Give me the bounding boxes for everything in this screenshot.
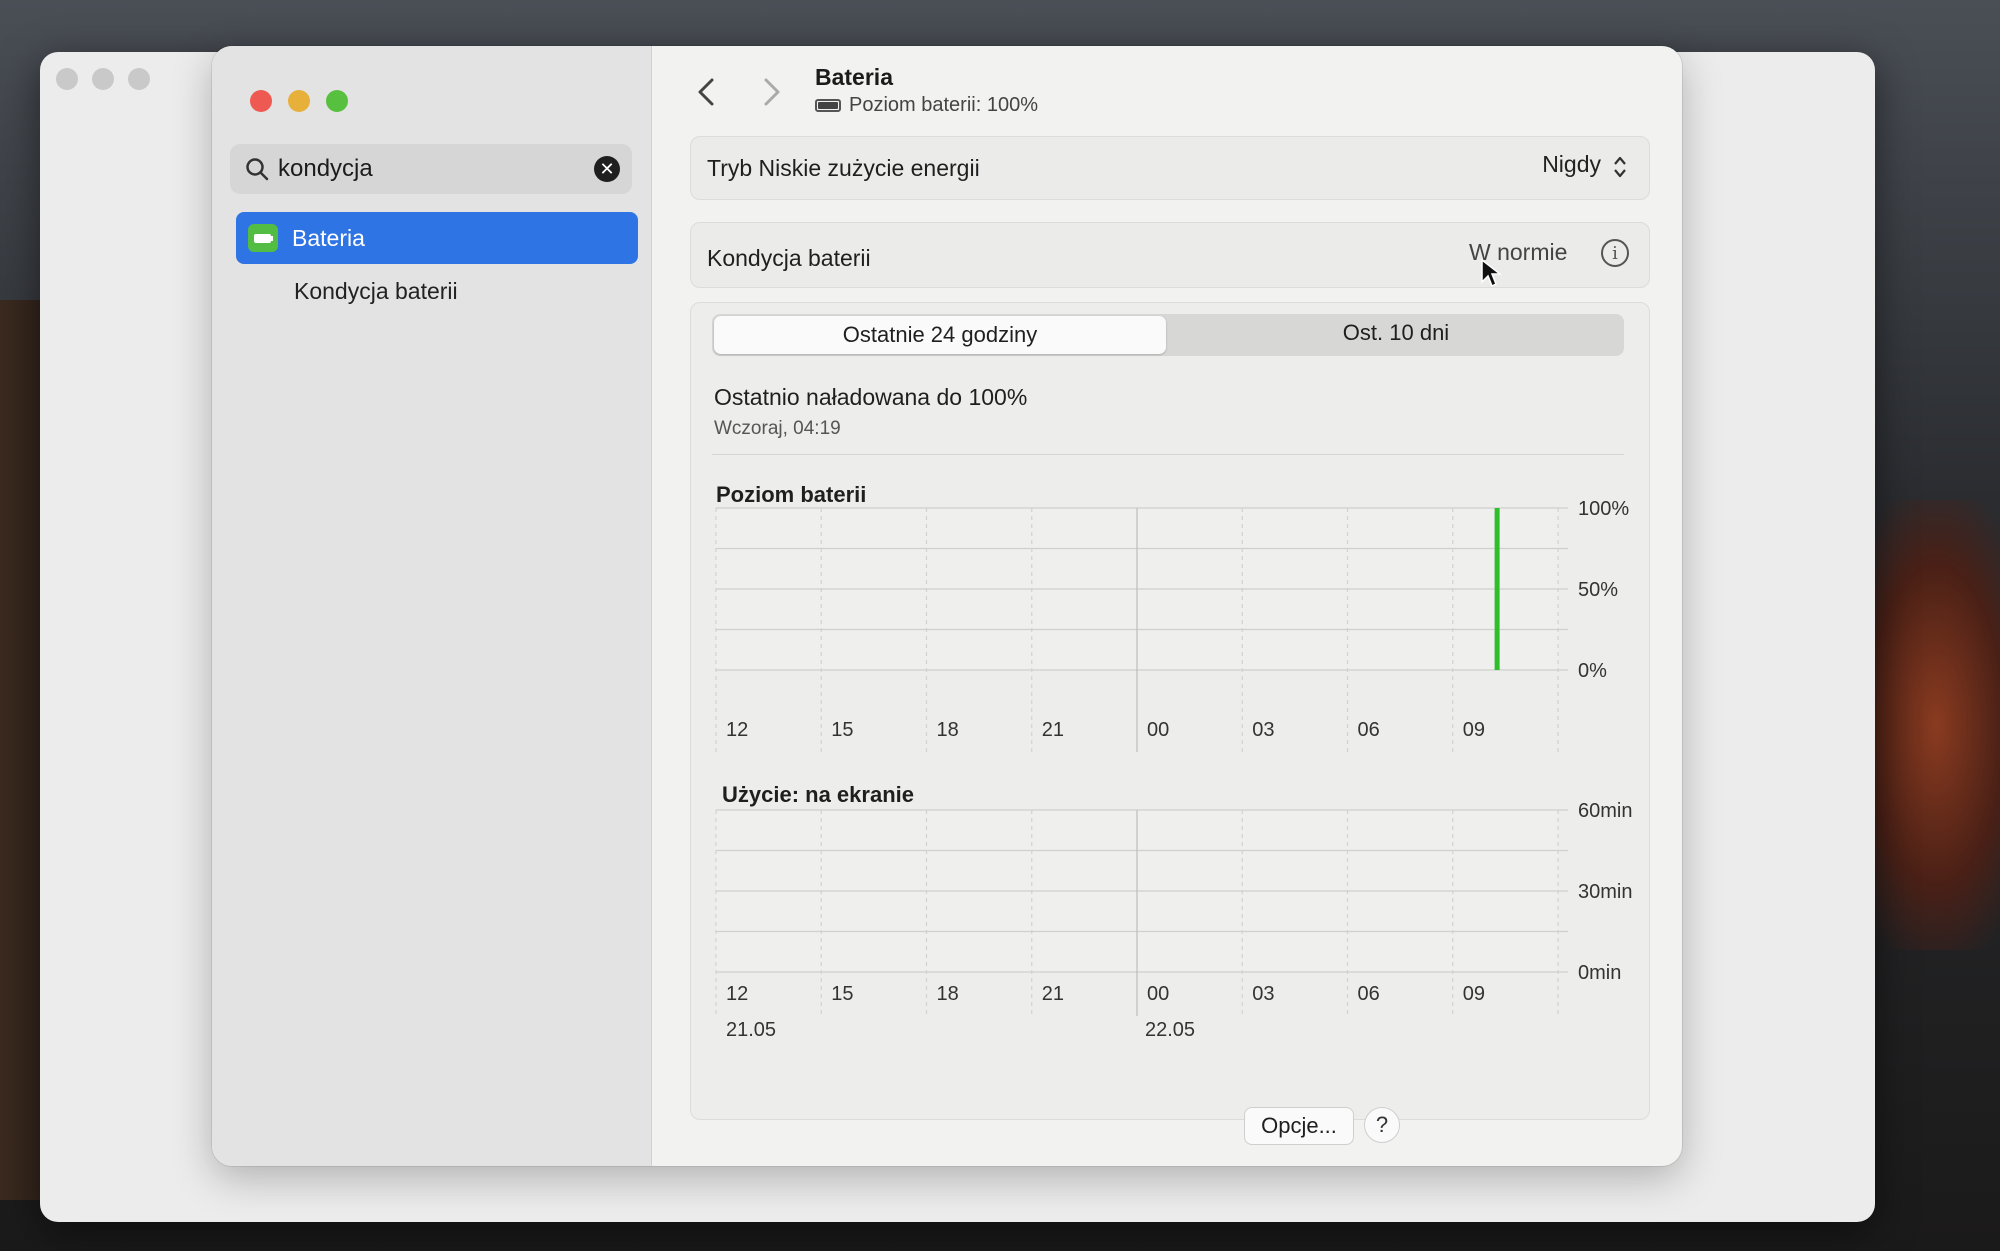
- search-icon: [246, 158, 269, 181]
- tab-last-24-hours[interactable]: Ostatnie 24 godziny: [714, 316, 1166, 354]
- x-tick-label: 12: [726, 983, 748, 1005]
- y-tick-label: 0min: [1578, 962, 1621, 984]
- y-tick-label: 30min: [1578, 881, 1632, 903]
- stepper-chevrons-icon[interactable]: [1613, 155, 1627, 179]
- main-pane: Bateria Poziom baterii: 100% Tryb Niskie…: [652, 46, 1682, 1166]
- y-tick-label: 0%: [1578, 660, 1607, 682]
- period-segmented-control: Ostatnie 24 godziny Ost. 10 dni: [712, 314, 1624, 356]
- y-tick-label: 60min: [1578, 800, 1632, 822]
- y-tick-label: 50%: [1578, 579, 1618, 601]
- inactive-minimize-button[interactable]: [92, 68, 114, 90]
- x-tick-label: 18: [937, 719, 959, 741]
- battery-health-row: Kondycja baterii W normie i: [690, 222, 1650, 288]
- info-icon[interactable]: i: [1601, 239, 1629, 267]
- x-tick-label: 21: [1042, 719, 1064, 741]
- tab-last-10-days[interactable]: Ost. 10 dni: [1170, 316, 1622, 354]
- mouse-pointer-icon: [1481, 258, 1502, 288]
- search-input[interactable]: kondycja: [278, 155, 373, 183]
- low-power-select[interactable]: Nigdy: [1542, 151, 1601, 178]
- sidebar-item-bateria[interactable]: Bateria: [236, 212, 638, 264]
- x-tick-label: 09: [1463, 983, 1485, 1005]
- low-power-label: Tryb Niskie zużycie energii: [707, 155, 980, 181]
- x-tick-label: 18: [937, 983, 959, 1005]
- battery-level-text: Poziom baterii: 100%: [849, 94, 1038, 116]
- inactive-zoom-button[interactable]: [128, 68, 150, 90]
- minimize-button[interactable]: [288, 90, 310, 112]
- x-tick-label: 15: [831, 983, 853, 1005]
- battery-icon: [248, 224, 278, 252]
- page-title: Bateria: [815, 64, 893, 90]
- x-tick-label: 12: [726, 719, 748, 741]
- low-power-row: Tryb Niskie zużycie energii Nigdy: [690, 136, 1650, 200]
- x-tick-label: 09: [1463, 719, 1485, 741]
- sidebar-item-label: Bateria: [292, 225, 365, 251]
- window-controls: [250, 90, 348, 112]
- back-chevron-icon[interactable]: [692, 72, 722, 112]
- battery-chart-title: Poziom baterii: [716, 482, 867, 507]
- last-charged-label: Ostatnio naładowana do 100%: [714, 384, 1028, 410]
- y-tick-label: 100%: [1578, 498, 1629, 520]
- battery-level-icon: [815, 99, 841, 112]
- x-tick-label: 00: [1147, 719, 1169, 741]
- x-tick-label: 00: [1147, 983, 1169, 1005]
- battery-level-chart: 100% 50% 0% 12 15 18 21 00 03 06 09: [715, 498, 1629, 752]
- options-button[interactable]: Opcje...: [1244, 1107, 1354, 1145]
- inactive-close-button[interactable]: [56, 68, 78, 90]
- close-button[interactable]: [250, 90, 272, 112]
- battery-health-label: Kondycja baterii: [707, 245, 871, 271]
- zoom-button[interactable]: [326, 90, 348, 112]
- x-tick-label: 03: [1252, 983, 1274, 1005]
- usage-chart-title: Użycie: na ekranie: [722, 782, 914, 807]
- x-date-label: 21.05: [726, 1019, 776, 1041]
- battery-level-bar: [1494, 508, 1500, 670]
- background-window-controls: [56, 68, 150, 90]
- last-charged-time: Wczoraj, 04:19: [714, 418, 841, 439]
- x-tick-label: 15: [831, 719, 853, 741]
- settings-window: kondycja ✕ Bateria Kondycja baterii Bate…: [212, 46, 1682, 1166]
- sidebar-item-kondycja-baterii[interactable]: Kondycja baterii: [294, 278, 458, 305]
- x-tick-label: 06: [1358, 983, 1380, 1005]
- divider: [712, 454, 1624, 455]
- search-field[interactable]: kondycja ✕: [230, 144, 632, 194]
- x-date-label: 22.05: [1145, 1019, 1195, 1041]
- x-tick-label: 21: [1042, 983, 1064, 1005]
- screen-usage-chart: 60min 30min 0min 12 15 18 21 00 03 06 09 21.05 22.05: [715, 800, 1632, 1041]
- clear-search-icon[interactable]: ✕: [594, 156, 620, 182]
- battery-status: Poziom baterii: 100%: [815, 94, 1038, 117]
- x-tick-label: 06: [1358, 719, 1380, 741]
- forward-chevron-icon[interactable]: [756, 72, 786, 112]
- help-button[interactable]: ?: [1364, 1107, 1400, 1143]
- sidebar: kondycja ✕ Bateria Kondycja baterii: [212, 46, 652, 1166]
- x-tick-label: 03: [1252, 719, 1274, 741]
